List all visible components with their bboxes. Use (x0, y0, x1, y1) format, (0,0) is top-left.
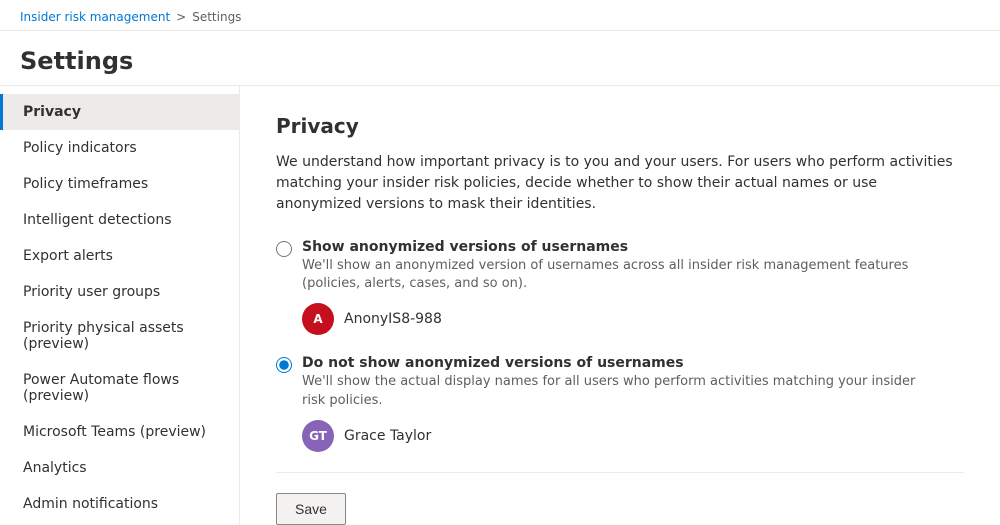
sidebar-item-policy-indicators[interactable]: Policy indicators (0, 130, 239, 166)
sidebar-item-export-alerts[interactable]: Export alerts (0, 238, 239, 274)
sidebar-item-intelligent-detections[interactable]: Intelligent detections (0, 202, 239, 238)
option-actual-group: Do not show anonymized versions of usern… (276, 355, 964, 451)
option-actual-row: Do not show anonymized versions of usern… (276, 355, 964, 409)
sidebar-item-admin-notifications[interactable]: Admin notifications (0, 486, 239, 522)
sidebar-item-power-automate-flows[interactable]: Power Automate flows (preview) (0, 362, 239, 414)
page-title-area: Settings (0, 31, 1000, 85)
radio-actual[interactable] (276, 357, 292, 373)
option-anonymized-row: Show anonymized versions of usernames We… (276, 239, 964, 293)
breadcrumb: Insider risk management > Settings (20, 10, 980, 24)
content-description: We understand how important privacy is t… (276, 152, 964, 215)
page-title: Settings (20, 47, 980, 75)
sidebar-item-priority-physical-assets[interactable]: Priority physical assets (preview) (0, 310, 239, 362)
top-bar: Insider risk management > Settings (0, 0, 1000, 31)
sidebar: Privacy Policy indicators Policy timefra… (0, 86, 240, 525)
anonymized-username: AnonyIS8-988 (344, 311, 442, 327)
radio-anonymized[interactable] (276, 241, 292, 257)
content-title: Privacy (276, 114, 964, 138)
breadcrumb-separator: > (176, 10, 186, 24)
breadcrumb-parent[interactable]: Insider risk management (20, 10, 170, 24)
divider (276, 472, 964, 473)
actual-avatar: GT (302, 420, 334, 452)
actual-user-example: GT Grace Taylor (302, 420, 964, 452)
actual-description: We'll show the actual display names for … (302, 373, 922, 409)
actual-label[interactable]: Do not show anonymized versions of usern… (302, 355, 922, 371)
anonymized-avatar: A (302, 303, 334, 335)
sidebar-item-microsoft-teams[interactable]: Microsoft Teams (preview) (0, 414, 239, 450)
anonymized-label[interactable]: Show anonymized versions of usernames (302, 239, 922, 255)
option-anonymized-group: Show anonymized versions of usernames We… (276, 239, 964, 335)
actual-username: Grace Taylor (344, 428, 431, 444)
anonymized-description: We'll show an anonymized version of user… (302, 257, 922, 293)
content-area: Privacy We understand how important priv… (240, 86, 1000, 525)
sidebar-item-policy-timeframes[interactable]: Policy timeframes (0, 166, 239, 202)
anonymized-text-block: Show anonymized versions of usernames We… (302, 239, 922, 293)
actual-text-block: Do not show anonymized versions of usern… (302, 355, 922, 409)
sidebar-item-priority-user-groups[interactable]: Priority user groups (0, 274, 239, 310)
anonymized-user-example: A AnonyIS8-988 (302, 303, 964, 335)
sidebar-item-analytics[interactable]: Analytics (0, 450, 239, 486)
main-layout: Privacy Policy indicators Policy timefra… (0, 85, 1000, 525)
sidebar-item-privacy[interactable]: Privacy (0, 94, 239, 130)
breadcrumb-current: Settings (192, 10, 241, 24)
